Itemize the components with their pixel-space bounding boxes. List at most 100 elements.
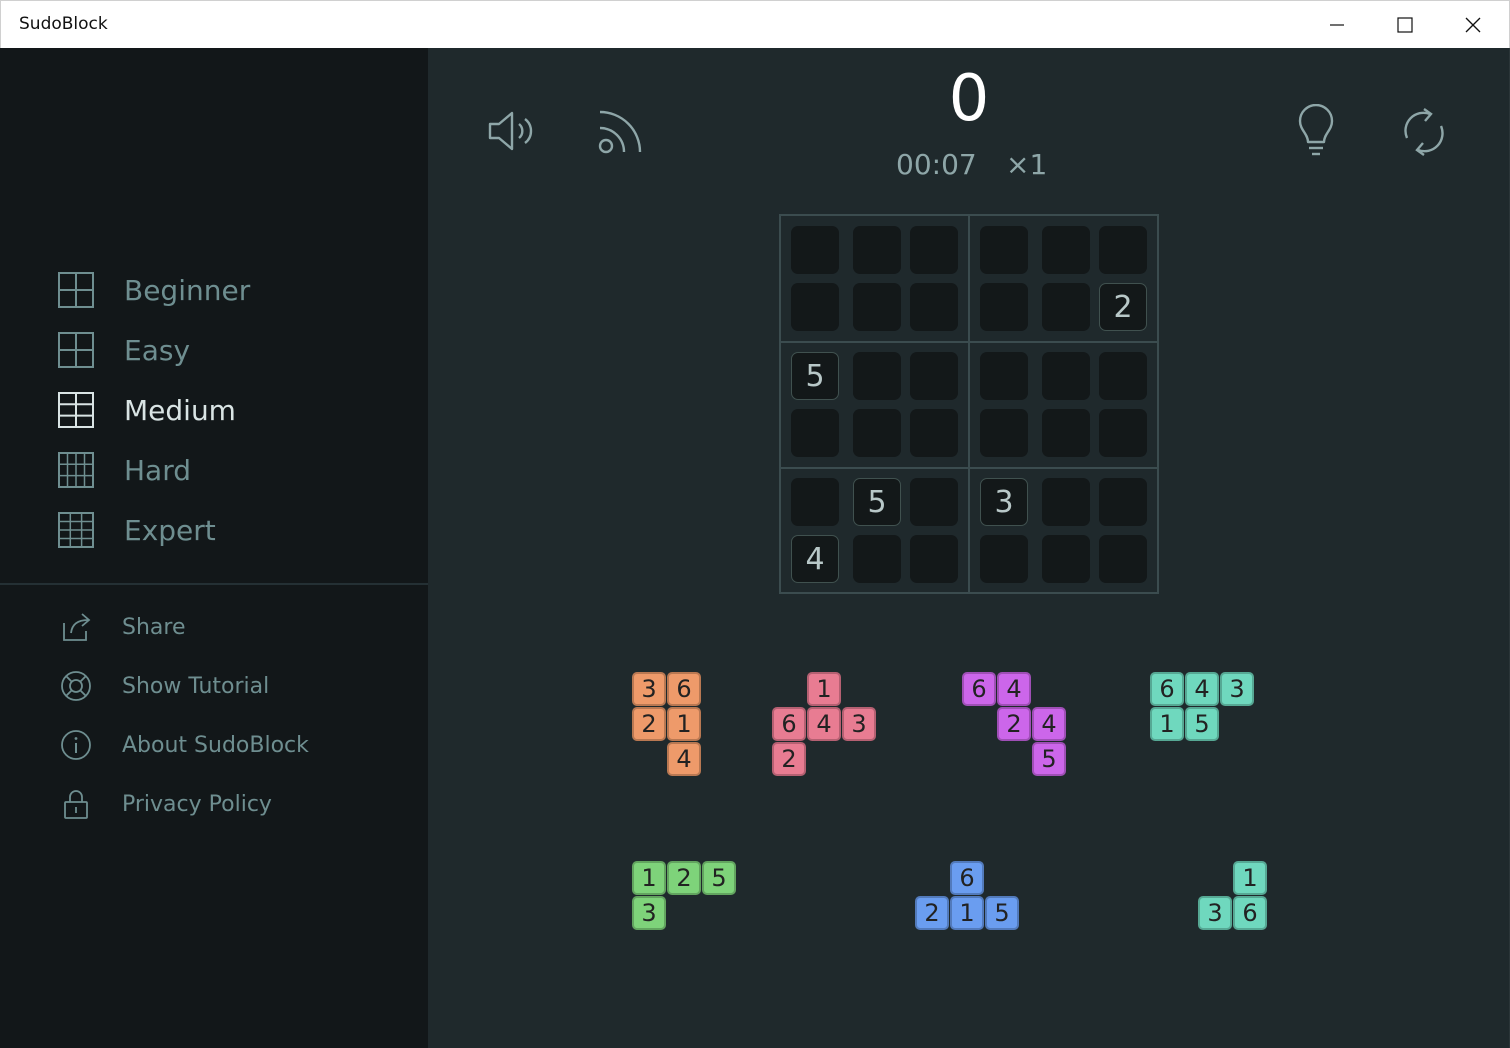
piece-cell: 6	[772, 707, 806, 741]
board-cell[interactable]	[1099, 409, 1147, 457]
difficulty-beginner[interactable]: Beginner	[58, 270, 250, 310]
board-cell[interactable]	[980, 352, 1028, 400]
menu-show-tutorial[interactable]: Show Tutorial	[60, 668, 269, 704]
board-divider	[781, 341, 1157, 343]
board-cell[interactable]	[1042, 283, 1090, 331]
piece-cell: 1	[1233, 861, 1267, 895]
board-cell[interactable]	[853, 535, 901, 583]
grid-2x3-icon	[58, 392, 94, 428]
piece-cell: 6	[962, 672, 996, 706]
close-icon	[1465, 17, 1481, 33]
piece-cell: 3	[632, 672, 666, 706]
board-cell[interactable]: 3	[980, 478, 1028, 526]
menu-label: Share	[122, 614, 186, 640]
difficulty-medium[interactable]: Medium	[58, 390, 236, 430]
multiplier-display: ×1	[1006, 148, 1048, 181]
piece-cell: 1	[807, 672, 841, 706]
piece-cell: 6	[667, 672, 701, 706]
board-cell[interactable]	[910, 478, 958, 526]
board-cell[interactable]	[1042, 409, 1090, 457]
sidebar: Beginner Easy Medium Hard Expert Share S…	[0, 48, 428, 1048]
board-cell[interactable]	[1099, 478, 1147, 526]
piece-cell: 2	[632, 707, 666, 741]
menu-privacy[interactable]: Privacy Policy	[60, 786, 272, 822]
board-cell[interactable]	[1099, 352, 1147, 400]
minimize-icon	[1330, 24, 1344, 26]
piece-cell: 6	[950, 861, 984, 895]
board-cell[interactable]	[910, 352, 958, 400]
piece-cell: 5	[702, 861, 736, 895]
board-cell[interactable]	[791, 478, 839, 526]
board-cell[interactable]	[1099, 535, 1147, 583]
piece-cell: 6	[1150, 672, 1184, 706]
board-cell[interactable]	[910, 535, 958, 583]
piece-cell: 3	[842, 707, 876, 741]
timer-display: 00:07	[896, 148, 977, 181]
restart-button[interactable]	[1396, 104, 1452, 160]
piece-cell: 3	[632, 896, 666, 930]
piece-cell: 1	[950, 896, 984, 930]
maximize-icon	[1397, 17, 1413, 33]
board-cell[interactable]: 2	[1099, 283, 1147, 331]
maximize-button[interactable]	[1371, 1, 1439, 49]
board-cell[interactable]	[853, 226, 901, 274]
difficulty-label: Medium	[124, 393, 236, 427]
piece-cell: 2	[997, 707, 1031, 741]
difficulty-hard[interactable]: Hard	[58, 450, 191, 490]
board-cell[interactable]: 5	[853, 478, 901, 526]
piece-cell: 6	[1233, 896, 1267, 930]
menu-share[interactable]: Share	[60, 609, 186, 645]
lifebuoy-icon	[61, 671, 91, 701]
board-cell[interactable]: 4	[791, 535, 839, 583]
board-cell[interactable]	[1042, 352, 1090, 400]
difficulty-easy[interactable]: Easy	[58, 330, 190, 370]
info-icon	[61, 730, 91, 760]
difficulty-label: Hard	[124, 453, 192, 487]
board-cell[interactable]	[1042, 535, 1090, 583]
grid-3x3-icon	[58, 452, 94, 488]
board-cell[interactable]	[1042, 478, 1090, 526]
board-divider	[781, 467, 1157, 469]
board-cell[interactable]	[980, 535, 1028, 583]
piece-cell: 2	[915, 896, 949, 930]
board-cell[interactable]	[853, 352, 901, 400]
game-board: 2 5 5 3 4	[779, 214, 1159, 594]
menu-label: Show Tutorial	[122, 673, 270, 699]
piece-cell: 2	[667, 861, 701, 895]
board-cell[interactable]	[791, 409, 839, 457]
sidebar-divider	[0, 583, 428, 585]
board-cell[interactable]	[910, 283, 958, 331]
board-cell[interactable]	[910, 226, 958, 274]
board-cell[interactable]	[853, 409, 901, 457]
piece-cell: 3	[1198, 896, 1232, 930]
board-cell[interactable]	[980, 283, 1028, 331]
piece-cell: 2	[772, 742, 806, 776]
menu-about[interactable]: About SudoBlock	[60, 727, 309, 763]
score-display: 0	[948, 62, 990, 136]
difficulty-label: Beginner	[124, 273, 251, 307]
close-button[interactable]	[1439, 1, 1507, 49]
window-title: SudoBlock	[19, 14, 108, 34]
piece-cell: 4	[1032, 707, 1066, 741]
board-cell[interactable]	[791, 226, 839, 274]
board-cell[interactable]	[853, 283, 901, 331]
board-cell[interactable]	[1042, 226, 1090, 274]
hint-button[interactable]	[1290, 104, 1342, 160]
board-divider	[968, 216, 970, 592]
board-cell[interactable]	[910, 409, 958, 457]
grid-2x2-icon	[58, 332, 94, 368]
board-cell[interactable]	[1099, 226, 1147, 274]
piece-cell: 4	[997, 672, 1031, 706]
grid-2x2-icon	[58, 272, 94, 308]
board-cell[interactable]	[980, 409, 1028, 457]
minimize-button[interactable]	[1303, 1, 1371, 49]
difficulty-expert[interactable]: Expert	[58, 510, 216, 550]
piece-cell: 1	[667, 707, 701, 741]
board-cell[interactable]: 5	[791, 352, 839, 400]
board-cell[interactable]	[791, 283, 839, 331]
lock-icon	[64, 790, 88, 819]
piece-cell: 4	[807, 707, 841, 741]
title-bar: SudoBlock	[0, 0, 1510, 48]
board-cell[interactable]	[980, 226, 1028, 274]
piece-cell: 4	[1185, 672, 1219, 706]
